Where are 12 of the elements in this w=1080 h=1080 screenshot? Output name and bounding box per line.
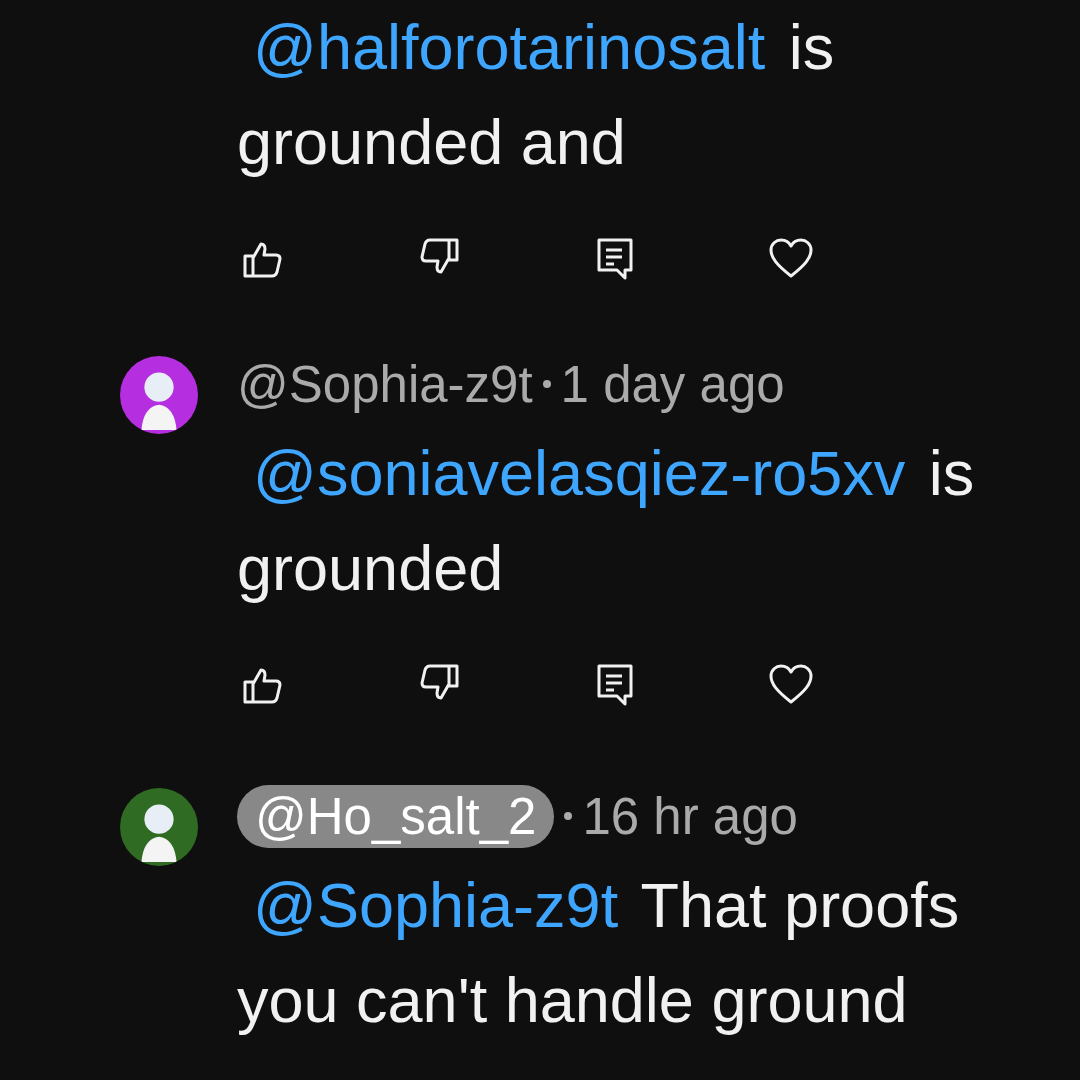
author-name[interactable]: @Ho_salt_2 (237, 784, 555, 848)
comment-text: @soniavelasqiez-ro5xv is grounded (237, 437, 976, 605)
separator-dot (542, 380, 551, 388)
mention-link[interactable]: @halforotarinosalt (253, 12, 766, 82)
comment-time: 16 hr ago (582, 786, 798, 846)
comment-text: @Sophia-z9t That proofs you can't handle ground (237, 869, 961, 1037)
comment-text: @halforotarinosalt is grounded and (237, 11, 836, 179)
author-name[interactable]: @Sophia-z9t (237, 354, 533, 414)
comment-time: 1 day ago (560, 354, 785, 414)
mention-link[interactable]: @Sophia-z9t (253, 870, 619, 940)
separator-dot (564, 812, 573, 820)
mention-link[interactable]: @soniavelasqiez-ro5xv (253, 438, 906, 508)
